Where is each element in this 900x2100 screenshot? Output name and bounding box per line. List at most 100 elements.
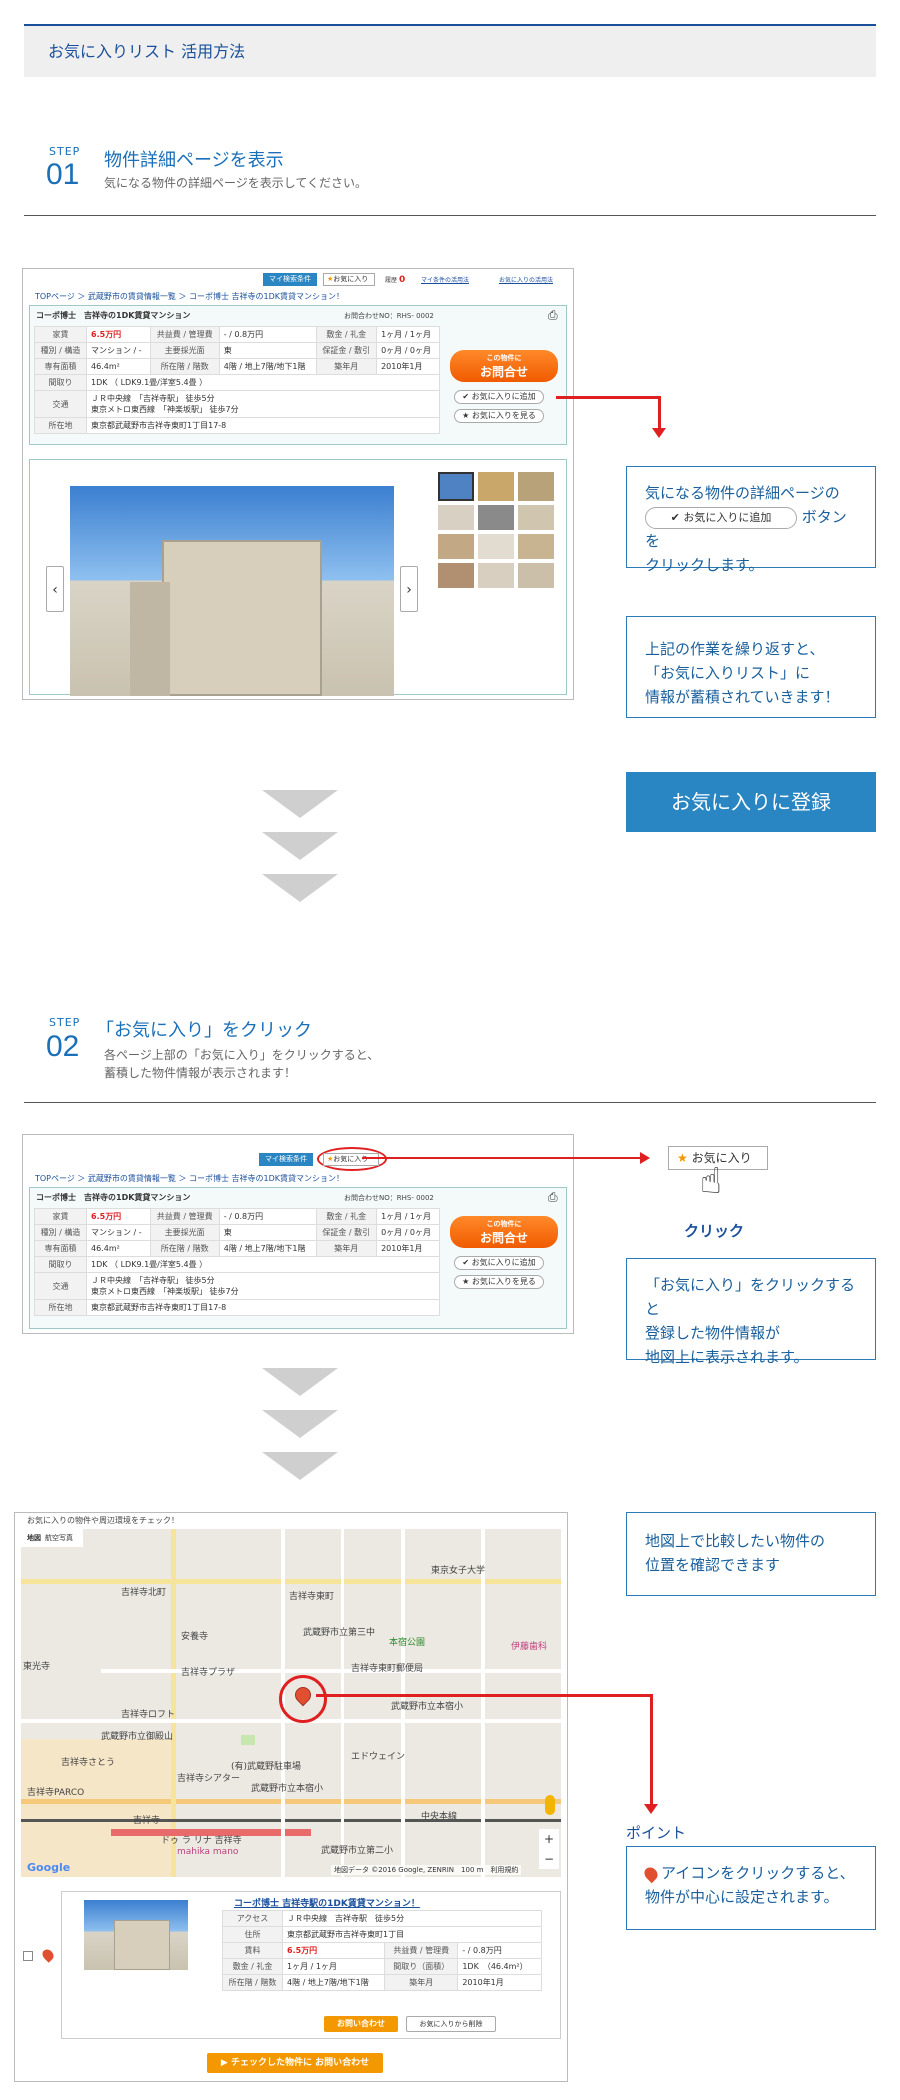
bulk-inquiry-button[interactable]: ▶ チェックした物件に お問い合わせ	[207, 2053, 383, 2073]
thumbnail[interactable]	[478, 563, 514, 588]
listing-inquiry-button[interactable]: お問い合わせ	[324, 2016, 398, 2032]
thumbnail[interactable]	[478, 534, 514, 559]
step2-label: STEP	[49, 1016, 81, 1029]
point-label: ポイント	[626, 1824, 687, 1842]
connector-line	[316, 1694, 652, 1697]
chevron-down-icon	[262, 874, 338, 902]
chevron-down-icon	[262, 1410, 338, 1438]
divider	[24, 215, 876, 216]
chevron-down-icon	[262, 1368, 338, 1396]
map-tab[interactable]: 地図	[27, 1533, 41, 1543]
thumbnail[interactable]	[438, 505, 474, 530]
info-box-map: 「お気に入り」をクリックすると 登録した物件情報が 地図上に表示されます。	[626, 1258, 876, 1366]
prev-arrow-icon[interactable]: ‹	[46, 566, 64, 612]
map-label: 吉祥寺東町郵便局	[351, 1664, 424, 1674]
breadcrumb[interactable]: TOPページ ＞ 武蔵野市の賃貸情報一覧 ＞ コーポ博士 吉祥寺の1DK賃貸マン…	[35, 291, 344, 302]
breadcrumb[interactable]: TOPページ ＞ 武蔵野市の賃貸情報一覧 ＞ コーポ博士 吉祥寺の1DK賃貸マン…	[35, 1173, 344, 1184]
map-label: 本宿公園	[389, 1638, 426, 1648]
property-name: コーポ博士 吉祥寺の1DK賃貸マンション	[36, 311, 191, 320]
map-copyright: 地図データ ©2016 Google, ZENRIN 100 m 利用規約	[331, 1865, 522, 1875]
print-icon[interactable]: ⎙	[548, 308, 558, 323]
step2-number: 02	[46, 1030, 80, 1063]
step1-label: STEP	[49, 145, 81, 158]
zoom-control: + −	[539, 1829, 559, 1869]
add-favorite-example: ✔ お気に入りに追加	[645, 506, 797, 529]
photo-panel: ‹ ›	[29, 459, 567, 696]
history-link[interactable]: 履歴 0	[385, 275, 405, 285]
map[interactable]: 地図 航空写真 東京女子大学 吉祥寺北町 吉祥寺東町 安養寺 武蔵野市立第三中 本…	[21, 1529, 561, 1877]
map-label: 吉祥寺さとう	[61, 1758, 116, 1768]
detail-panel: コーポ博士 吉祥寺の1DK賃貸マンション お問合わせNO：RHS- 0002 ⎙…	[29, 305, 567, 445]
step1-heading: 物件詳細ページを表示	[104, 150, 284, 171]
zoom-out-button[interactable]: −	[539, 1849, 559, 1869]
thumbnail[interactable]	[518, 472, 554, 501]
map-label: (有)武蔵野駐車場	[231, 1762, 302, 1772]
map-label: 伊藤歯科	[511, 1642, 548, 1652]
map-label: 中央本線	[421, 1812, 458, 1822]
property-name: コーポ博士 吉祥寺の1DK賃貸マンション	[36, 1193, 191, 1202]
map-label: 吉祥寺ロフト	[121, 1710, 176, 1720]
my-search-button[interactable]: マイ検索条件	[259, 1153, 313, 1166]
fav-usage-link[interactable]: お気に入りの活用法	[499, 275, 553, 284]
thumbnail[interactable]	[438, 534, 474, 559]
pegman-icon[interactable]	[545, 1795, 555, 1815]
click-label: クリック	[684, 1222, 745, 1240]
map-label: 武蔵野市立本宿小	[251, 1784, 324, 1794]
thumbnail[interactable]	[518, 505, 554, 530]
map-label: 吉祥寺東町	[289, 1592, 335, 1602]
arrow-right-icon	[640, 1152, 650, 1164]
map-caption: お気に入りの物件や周辺環境をチェック！	[27, 1516, 179, 1525]
next-arrow-icon[interactable]: ›	[400, 566, 418, 612]
map-label: 吉祥寺プラザ	[181, 1668, 236, 1678]
view-favorite-button[interactable]: ★ お気に入りを見る	[454, 1275, 544, 1289]
connector-line	[362, 1157, 642, 1159]
map-label: 吉祥寺北町	[121, 1588, 167, 1598]
zoom-in-button[interactable]: +	[539, 1829, 559, 1849]
map-pin-icon[interactable]	[40, 1947, 56, 1963]
add-favorite-button[interactable]: ✔ お気に入りに追加	[454, 390, 544, 404]
favorite-top-button[interactable]: ★お気に入り	[323, 1153, 379, 1166]
print-icon[interactable]: ⎙	[548, 1190, 558, 1205]
step2-sub: 各ページ上部の「お気に入り」をクリックすると、 蓄積した物件情報が表示されます！	[104, 1048, 380, 1080]
detail-page-screenshot: マイ検索条件 ★お気に入り 履歴 0 マイ条件の活用法 お気に入りの活用法 TO…	[22, 268, 574, 700]
my-search-button[interactable]: マイ検索条件	[263, 273, 317, 286]
thumbnail[interactable]	[518, 563, 554, 588]
inquiry-button[interactable]: この物件に お問合せ	[450, 1216, 558, 1248]
map-label: 吉祥寺	[133, 1816, 161, 1826]
add-favorite-button[interactable]: ✔ お気に入りに追加	[454, 1256, 544, 1270]
map-label: 東光寺	[23, 1662, 51, 1672]
remove-favorite-button[interactable]: お気に入りから削除	[406, 2016, 496, 2032]
map-label: 武蔵野市立御殿山	[101, 1732, 174, 1742]
inquiry-no: お問合わせNO：RHS- 0002	[344, 1194, 434, 1202]
thumbnail[interactable]	[478, 505, 514, 530]
google-logo: Google	[27, 1861, 71, 1874]
map-pin-icon	[641, 1864, 661, 1883]
thumbnail[interactable]	[518, 534, 554, 559]
satellite-tab[interactable]: 航空写真	[45, 1533, 73, 1543]
thumbnail[interactable]	[478, 472, 514, 501]
map-label: 吉祥寺PARCO	[27, 1788, 85, 1798]
divider	[24, 1102, 876, 1103]
view-favorite-button[interactable]: ★ お気に入りを見る	[454, 409, 544, 423]
my-condition-link[interactable]: マイ条件の活用法	[421, 275, 469, 284]
connector-line	[650, 1694, 653, 1806]
arrow-down-icon	[644, 1804, 658, 1814]
detail-panel: コーポ博士 吉祥寺の1DK賃貸マンション お問合わせNO：RHS- 0002 ⎙…	[29, 1187, 567, 1329]
star-icon: ★	[677, 1151, 688, 1165]
step2-heading: 「お気に入り」をクリック	[96, 1020, 312, 1041]
listing-table: アクセス ＪＲ中央線 吉祥寺駅 徒歩5分 住所 東京都武蔵野市吉祥寺東町1丁目 賃料…	[222, 1910, 542, 1991]
thumbnail-grid	[438, 472, 554, 588]
thumbnail[interactable]	[438, 472, 474, 501]
map-type-tabs: 地図 航空写真	[21, 1529, 83, 1547]
detail-table: 家賃 6.5万円 共益費 / 管理費 - / 0.8万円 敷金 / 礼金 1ヶ月 / 1ヶ…	[33, 1208, 440, 1316]
thumbnail[interactable]	[438, 563, 474, 588]
detail-table: 家賃 6.5万円 共益費 / 管理費 - / 0.8万円 敷金 / 礼金 1ヶ月 / 1ヶ…	[33, 326, 440, 434]
map-label: 武蔵野市立第二小	[321, 1846, 394, 1856]
listing-card: コーポ博士 吉祥寺駅の1DK賃貸マンション！ アクセス ＪＲ中央線 吉祥寺駅 徒歩…	[61, 1891, 561, 2039]
inquiry-button[interactable]: この物件に お問合せ	[450, 350, 558, 382]
map-label: 東京女子大学	[431, 1566, 486, 1576]
step1-number: 01	[46, 158, 80, 191]
favorite-top-button[interactable]: ★お気に入り	[323, 273, 375, 286]
listing-title[interactable]: コーポ博士 吉祥寺駅の1DK賃貸マンション！	[234, 1896, 420, 1909]
listing-checkbox[interactable]	[23, 1951, 33, 1961]
